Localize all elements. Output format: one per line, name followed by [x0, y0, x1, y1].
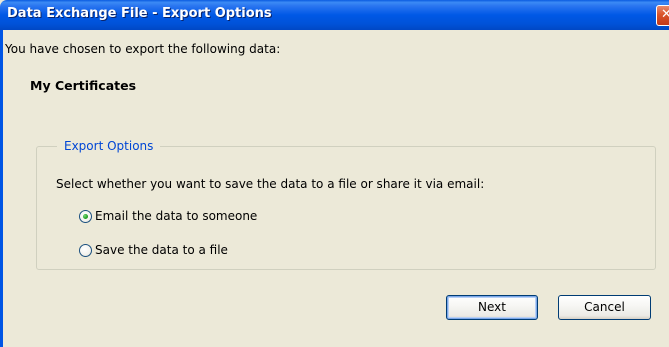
title-bar[interactable]: Data Exchange File - Export Options ✕: [0, 0, 669, 30]
window-title: Data Exchange File - Export Options: [7, 6, 272, 21]
email-option-label[interactable]: Email the data to someone: [95, 209, 257, 223]
export-options-description: Select whether you want to save the data…: [56, 177, 485, 191]
save-file-option[interactable]: Save the data to a file: [79, 242, 228, 258]
save-file-option-label[interactable]: Save the data to a file: [95, 243, 228, 257]
export-options-legend: Export Options: [57, 139, 161, 153]
export-options-window: Data Exchange File - Export Options ✕ Yo…: [0, 0, 669, 347]
email-radio[interactable]: [79, 209, 92, 223]
intro-text: You have chosen to export the following …: [5, 42, 281, 56]
cancel-button[interactable]: Cancel: [558, 295, 651, 320]
email-option[interactable]: Email the data to someone: [79, 208, 257, 224]
save-file-radio[interactable]: [79, 243, 92, 257]
close-icon[interactable]: ✕: [656, 5, 669, 26]
next-button[interactable]: Next: [446, 295, 538, 320]
export-data-name: My Certificates: [30, 78, 137, 93]
